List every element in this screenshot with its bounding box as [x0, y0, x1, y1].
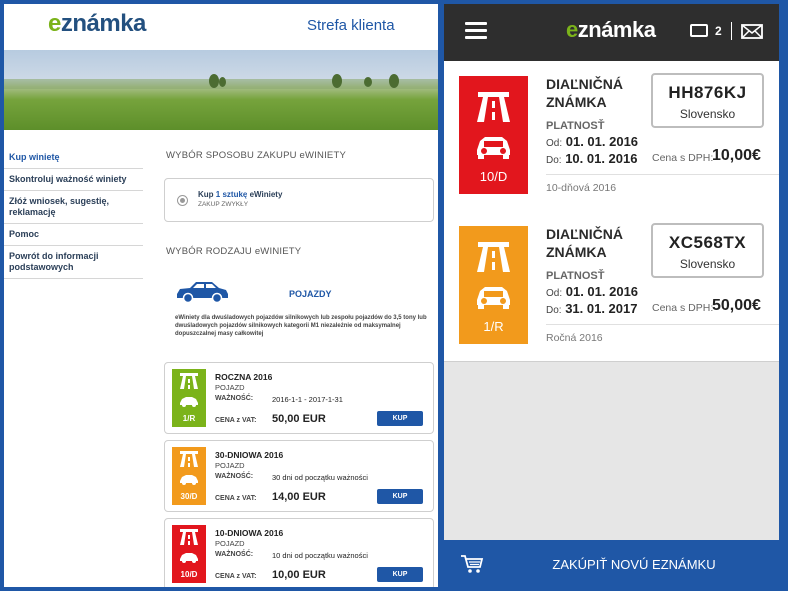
price-value: 10,00 EUR [272, 569, 326, 581]
nav-buy-vignette[interactable]: Kup winietę [4, 147, 143, 169]
vignette-type: DIAĽNIČNÁ ZNÁMKA [546, 76, 623, 110]
product-name: 10-DNIOWA 2016 [215, 528, 284, 538]
vignette-card[interactable]: 1/R DIAĽNIČNÁ ZNÁMKA XC568TX Slovensko P… [444, 211, 779, 362]
vignette-code: 10/D [180, 570, 198, 579]
nav-submit-request[interactable]: Złóż wniosek, sugestię, reklamację [4, 191, 143, 224]
radio-button[interactable] [177, 195, 188, 206]
price-label: CENA z VAT: [215, 417, 257, 424]
vignette-code: 30/D [180, 492, 198, 501]
highway-icon [180, 451, 198, 467]
price-value: 50,00€ [712, 297, 761, 314]
highway-icon [477, 242, 510, 272]
vignette-count[interactable]: 2 [715, 24, 722, 38]
mobile-panel: eznámka 2 10/D DIAĽNIČNÁ ZNÁMKA HH876KJ … [444, 4, 779, 587]
vignette-code: 10/D [479, 169, 508, 184]
product-type: POJAZD [215, 383, 245, 392]
price-label: CENA z VAT: [215, 495, 257, 502]
nav-help[interactable]: Pomoc [4, 224, 143, 246]
valid-to: Do: 10. 01. 2016 [546, 151, 638, 166]
plate-country: Slovensko [679, 257, 736, 271]
buy-button[interactable]: KUP [377, 489, 423, 504]
purchase-option-label: Kup 1 sztukę eWiniety [198, 190, 283, 199]
vignette-type: DIAĽNIČNÁ ZNÁMKA [546, 226, 623, 260]
valid-to: Do: 31. 01. 2017 [546, 301, 638, 316]
validity-label: WAŻNOŚĆ: [215, 473, 254, 480]
vignette-type-heading: WYBÓR RODZAJU eWINIETY [166, 246, 302, 257]
purchase-option-single[interactable]: Kup 1 sztukę eWiniety ZAKUP ZWYKŁY [164, 178, 434, 222]
valid-from: Od: 01. 01. 2016 [546, 134, 639, 149]
vignette-duration: 10-dňová 2016 [546, 182, 617, 194]
validity-label: PLATNOSŤ [546, 270, 605, 282]
eznamka-logo[interactable]: eznámka [566, 17, 656, 43]
vignette-badge: 1/R [459, 226, 528, 344]
car-icon [477, 287, 510, 309]
mail-icon[interactable] [741, 24, 763, 39]
vehicle-category-label[interactable]: POJAZDY [289, 289, 332, 299]
buy-button[interactable]: KUP [377, 567, 423, 582]
landscape-banner [4, 50, 438, 130]
highway-icon [180, 529, 198, 545]
plate-number: XC568TX [668, 233, 747, 252]
price-label: Cena s DPH: [652, 302, 714, 314]
validity-label: PLATNOSŤ [546, 120, 605, 132]
validity-label: WAŻNOŚĆ: [215, 551, 254, 558]
desktop-panel: eznámka Strefa klienta Kup winietę Skont… [4, 4, 438, 587]
plate-country: Slovensko [679, 107, 736, 121]
product-type: POJAZD [215, 461, 245, 470]
validity-label: WAŻNOŚĆ: [215, 395, 254, 402]
license-plate: XC568TX Slovensko [651, 223, 764, 278]
valid-from: Od: 01. 01. 2016 [546, 284, 639, 299]
app-header: eznámka 2 [444, 4, 779, 61]
product-card: 1/R ROCZNA 2016 POJAZD WAŻNOŚĆ: 2016-1-1… [164, 362, 434, 434]
vignette-badge: 1/R [172, 369, 206, 427]
vignette-code: 1/R [182, 414, 196, 423]
product-type: POJAZD [215, 539, 245, 548]
nav-check-validity[interactable]: Skontroluj ważność winiety [4, 169, 143, 191]
vignette-icon[interactable] [690, 24, 708, 37]
vignette-badge: 10/D [172, 525, 206, 583]
vignette-card[interactable]: 10/D DIAĽNIČNÁ ZNÁMKA HH876KJ Slovensko … [444, 61, 779, 212]
car-icon[interactable] [174, 279, 230, 303]
car-icon [180, 475, 198, 485]
divider [546, 174, 779, 175]
buy-new-vignette-button[interactable]: ZAKÚPIŤ NOVÚ EZNÁMKU [444, 540, 779, 587]
car-icon [180, 553, 198, 563]
buy-button[interactable]: KUP [377, 411, 423, 426]
price-value: 10,00€ [712, 147, 761, 164]
price-value: 14,00 EUR [272, 491, 326, 503]
validity-value: 30 dni od początku ważności [272, 473, 368, 482]
license-plate: HH876KJ Slovensko [651, 73, 764, 128]
vehicle-category-description: eWiniety dla dwuśladowych pojazdów silni… [175, 315, 427, 337]
price-value: 50,00 EUR [272, 413, 326, 425]
nav-back-to-info[interactable]: Powrót do informacji podstawowych [4, 246, 143, 279]
highway-icon [477, 92, 510, 122]
product-card: 30/D 30-DNIOWA 2016 POJAZD WAŻNOŚĆ: 30 d… [164, 440, 434, 512]
cart-icon [460, 554, 484, 574]
price-label: CENA z VAT: [215, 573, 257, 580]
vignette-duration: Ročná 2016 [546, 332, 603, 344]
buy-new-vignette-label: ZAKÚPIŤ NOVÚ EZNÁMKU [552, 557, 716, 572]
plate-number: HH876KJ [668, 83, 747, 102]
left-navigation: Kup winietę Skontroluj ważność winiety Z… [4, 147, 143, 279]
validity-value: 10 dni od początku ważności [272, 551, 368, 560]
portal-title: Strefa klienta [307, 17, 395, 34]
product-name: 30-DNIOWA 2016 [215, 450, 284, 460]
price-label: Cena s DPH: [652, 152, 714, 164]
vignette-badge: 30/D [172, 447, 206, 505]
vignette-code: 1/R [483, 319, 504, 334]
purchase-option-sub: ZAKUP ZWYKŁY [198, 201, 249, 208]
product-name: ROCZNA 2016 [215, 372, 273, 382]
divider [546, 324, 779, 325]
highway-icon [180, 373, 198, 389]
car-icon [477, 137, 510, 159]
vignette-badge: 10/D [459, 76, 528, 194]
validity-value: 2016-1-1 - 2017-1-31 [272, 395, 343, 404]
product-card: 10/D 10-DNIOWA 2016 POJAZD WAŻNOŚĆ: 10 d… [164, 518, 434, 587]
menu-icon[interactable] [465, 22, 487, 40]
car-icon [180, 397, 198, 407]
purchase-method-heading: WYBÓR SPOSOBU ZAKUPU eWINIETY [166, 150, 346, 161]
eznamka-logo[interactable]: eznámka [48, 10, 146, 38]
header-divider [731, 22, 732, 40]
